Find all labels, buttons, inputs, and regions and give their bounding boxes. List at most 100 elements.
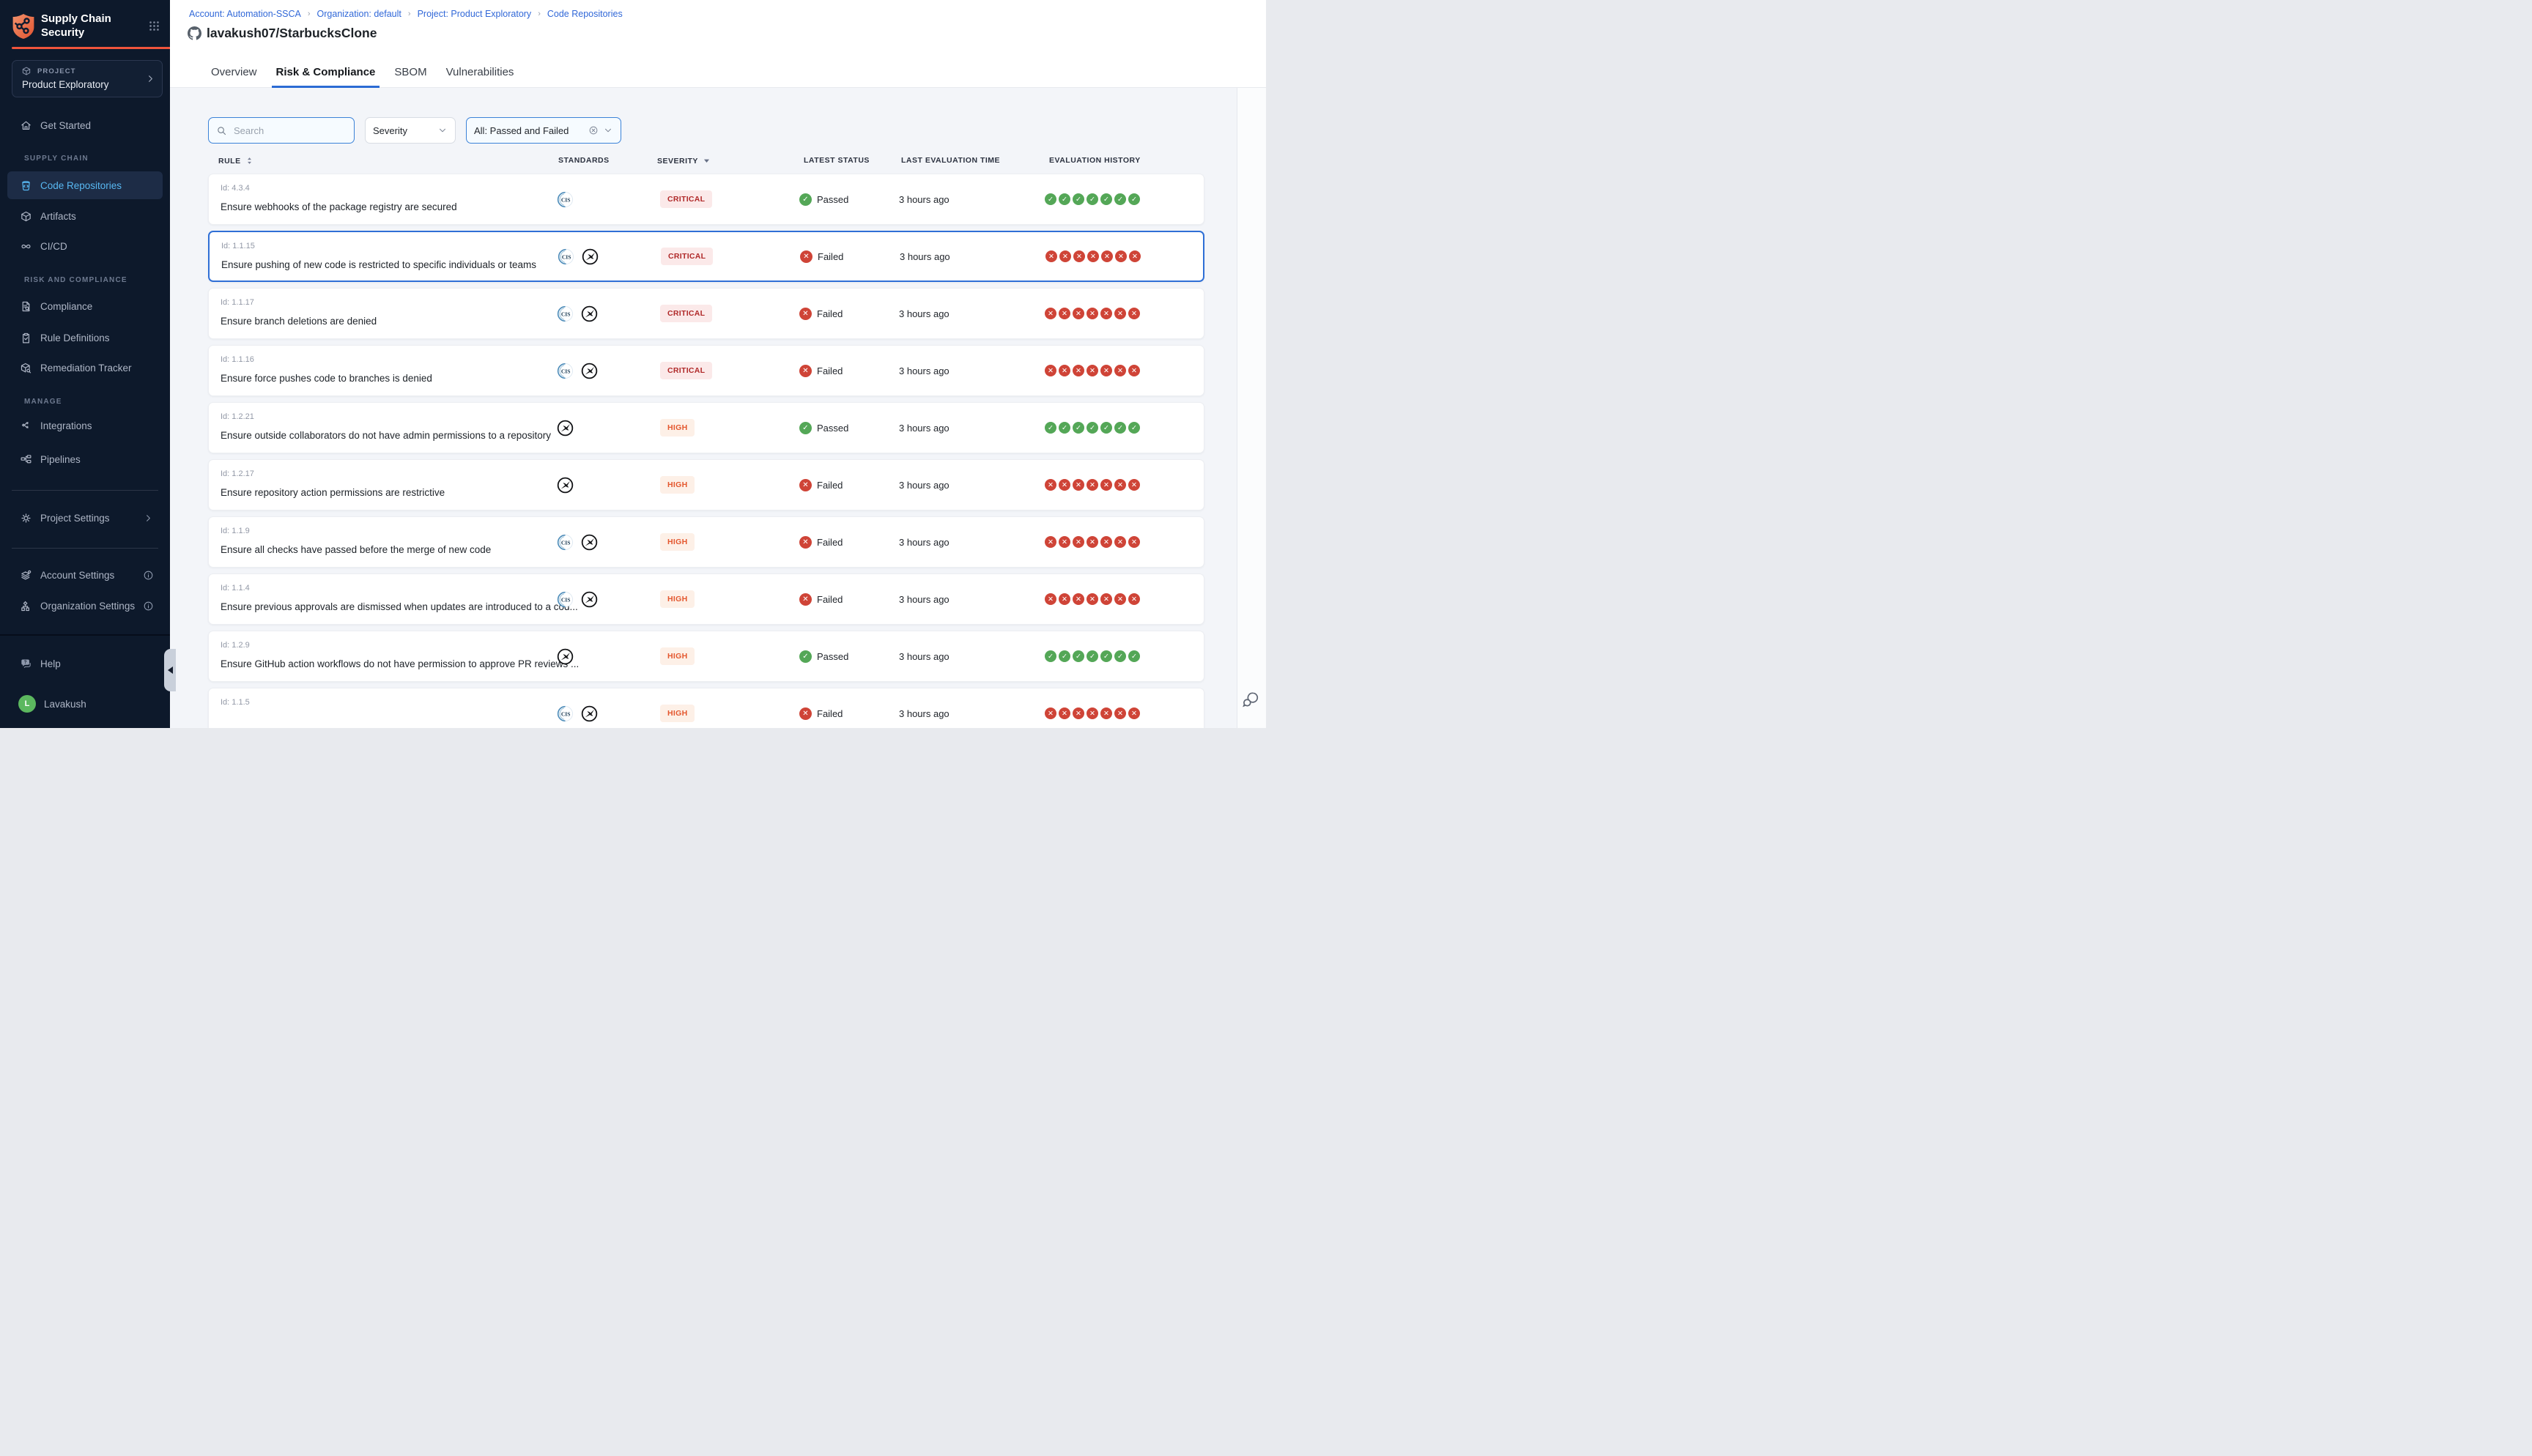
page-title: lavakush07/StarbucksClone (207, 26, 377, 41)
history-pass-icon: ✓ (1045, 193, 1056, 205)
breadcrumb: Account: Automation-SSCA›Organization: d… (189, 9, 623, 19)
table-row[interactable]: Id: 1.2.21Ensure outside collaborators d… (208, 402, 1204, 453)
status-cell: ✕Failed (799, 460, 843, 510)
severity-badge: HIGH (660, 590, 695, 608)
severity-badge: HIGH (660, 647, 695, 665)
passed-icon: ✓ (799, 650, 812, 663)
sidebar-item-get-started[interactable]: Get Started (7, 111, 163, 139)
history-fail-icon: ✕ (1128, 479, 1140, 491)
severity-cell: CRITICAL (660, 346, 712, 395)
repo-icon (20, 179, 32, 192)
chat-support-icon[interactable] (1242, 691, 1260, 709)
table-row[interactable]: Id: 1.2.9Ensure GitHub action workflows … (208, 631, 1204, 682)
evaluation-time: 3 hours ago (899, 574, 949, 624)
evaluation-time: 3 hours ago (899, 289, 949, 338)
history-pass-icon: ✓ (1073, 650, 1084, 662)
severity-cell: HIGH (660, 574, 695, 624)
history-pass-icon: ✓ (1059, 193, 1070, 205)
status-label: Failed (817, 537, 843, 548)
history-fail-icon: ✕ (1087, 707, 1098, 719)
history-fail-icon: ✕ (1087, 250, 1099, 262)
history-pass-icon: ✓ (1100, 422, 1112, 434)
sidebar-item-account-settings[interactable]: Account Settings (7, 561, 163, 589)
search-box[interactable] (208, 117, 355, 144)
history-fail-icon: ✕ (1045, 250, 1057, 262)
severity-filter-dropdown[interactable]: Severity (365, 117, 456, 144)
sidebar: Supply Chain Security PROJECT Product Ex… (0, 0, 170, 728)
standard-icon-bird (557, 420, 574, 437)
history-fail-icon: ✕ (1128, 365, 1140, 376)
app-grid-icon[interactable] (148, 20, 160, 32)
sidebar-user[interactable]: L Lavakush (7, 690, 163, 718)
history-fail-icon: ✕ (1073, 536, 1084, 548)
evaluation-history: ✕✕✕✕✕✕✕ (1045, 232, 1141, 281)
column-header-severity[interactable]: SEVERITY (657, 156, 711, 166)
history-fail-icon: ✕ (1059, 707, 1070, 719)
history-fail-icon: ✕ (1087, 536, 1098, 548)
table-header: RULESTANDARDSSEVERITYLATEST STATUSLAST E… (208, 156, 1243, 171)
sidebar-item-project-settings[interactable]: Project Settings (7, 504, 163, 532)
sidebar-item-compliance[interactable]: Compliance (7, 292, 163, 320)
tab-vulnerabilities[interactable]: Vulnerabilities (442, 66, 519, 88)
sidebar-item-code-repositories[interactable]: Code Repositories (7, 171, 163, 199)
project-box-icon (21, 66, 32, 76)
status-filter-dropdown[interactable]: All: Passed and Failed (466, 117, 621, 144)
standard-icon-bird (582, 248, 599, 265)
tab-overview[interactable]: Overview (207, 66, 262, 88)
sidebar-item-remediation-tracker[interactable]: Remediation Tracker (7, 354, 163, 382)
table-row[interactable]: Id: 1.1.17Ensure branch deletions are de… (208, 288, 1204, 339)
tab-risk-compliance[interactable]: Risk & Compliance (272, 66, 380, 88)
history-fail-icon: ✕ (1101, 250, 1113, 262)
sidebar-item-rule-definitions[interactable]: Rule Definitions (7, 324, 163, 352)
table-row[interactable]: Id: 1.2.17Ensure repository action permi… (208, 459, 1204, 510)
severity-badge: HIGH (660, 705, 695, 722)
standards-cell: CIS (557, 517, 598, 567)
sidebar-item-artifacts[interactable]: Artifacts (7, 202, 163, 230)
standards-cell (557, 403, 574, 453)
sidebar-collapse-handle[interactable] (164, 649, 176, 691)
column-header-rule[interactable]: RULE (218, 156, 254, 166)
history-fail-icon: ✕ (1045, 479, 1056, 491)
status-cell: ✓Passed (799, 174, 848, 224)
column-header-last-evaluation-time: LAST EVALUATION TIME (901, 156, 1000, 165)
status-label: Failed (817, 308, 843, 319)
failed-icon: ✕ (799, 593, 812, 606)
status-label: Failed (817, 480, 843, 491)
standard-icon-cis: CIS (557, 534, 574, 551)
search-input[interactable] (232, 125, 347, 137)
history-fail-icon: ✕ (1100, 593, 1112, 605)
rule-name: Ensure webhooks of the package registry … (221, 201, 457, 212)
table-row[interactable]: Id: 1.1.4Ensure previous approvals are d… (208, 573, 1204, 625)
box-wrench-icon (20, 362, 32, 374)
project-selector[interactable]: PROJECT Product Exploratory (12, 60, 163, 97)
breadcrumb-link[interactable]: Account: Automation-SSCA (189, 9, 301, 19)
sidebar-item-ci-cd[interactable]: CI/CD (7, 232, 163, 260)
standard-icon-cis: CIS (558, 248, 574, 265)
sort-desc-icon[interactable] (702, 156, 711, 166)
status-cell: ✓Passed (799, 403, 848, 453)
breadcrumb-link[interactable]: Project: Product Exploratory (418, 9, 532, 19)
help-chat-icon: ? (20, 658, 32, 670)
svg-text:CIS: CIS (561, 311, 571, 317)
sidebar-item-integrations[interactable]: Integrations (7, 412, 163, 439)
tab-sbom[interactable]: SBOM (390, 66, 431, 88)
table-row[interactable]: Id: 1.1.5CISHIGH✕Failed3 hours ago✕✕✕✕✕✕… (208, 688, 1204, 728)
sidebar-item-pipelines[interactable]: Pipelines (7, 445, 163, 473)
table-row[interactable]: Id: 1.1.16Ensure force pushes code to br… (208, 345, 1204, 396)
history-pass-icon: ✓ (1114, 650, 1126, 662)
info-icon (143, 570, 154, 581)
breadcrumb-link[interactable]: Code Repositories (547, 9, 623, 19)
table-row[interactable]: Id: 1.1.15Ensure pushing of new code is … (208, 231, 1204, 282)
sidebar-item-organization-settings[interactable]: Organization Settings (7, 592, 163, 620)
clear-filter-icon[interactable] (588, 125, 599, 135)
rule-name: Ensure branch deletions are denied (221, 316, 377, 327)
breadcrumb-link[interactable]: Organization: default (317, 9, 401, 19)
title-row: lavakush07/StarbucksClone (188, 26, 377, 41)
table-row[interactable]: Id: 4.3.4Ensure webhooks of the package … (208, 174, 1204, 225)
sidebar-item-help[interactable]: ? Help (7, 650, 163, 677)
table-row[interactable]: Id: 1.1.9Ensure all checks have passed b… (208, 516, 1204, 568)
doc-search-icon (20, 300, 32, 313)
severity-badge: HIGH (660, 419, 695, 437)
sort-icon[interactable] (245, 156, 254, 166)
status-label: Failed (817, 708, 843, 719)
